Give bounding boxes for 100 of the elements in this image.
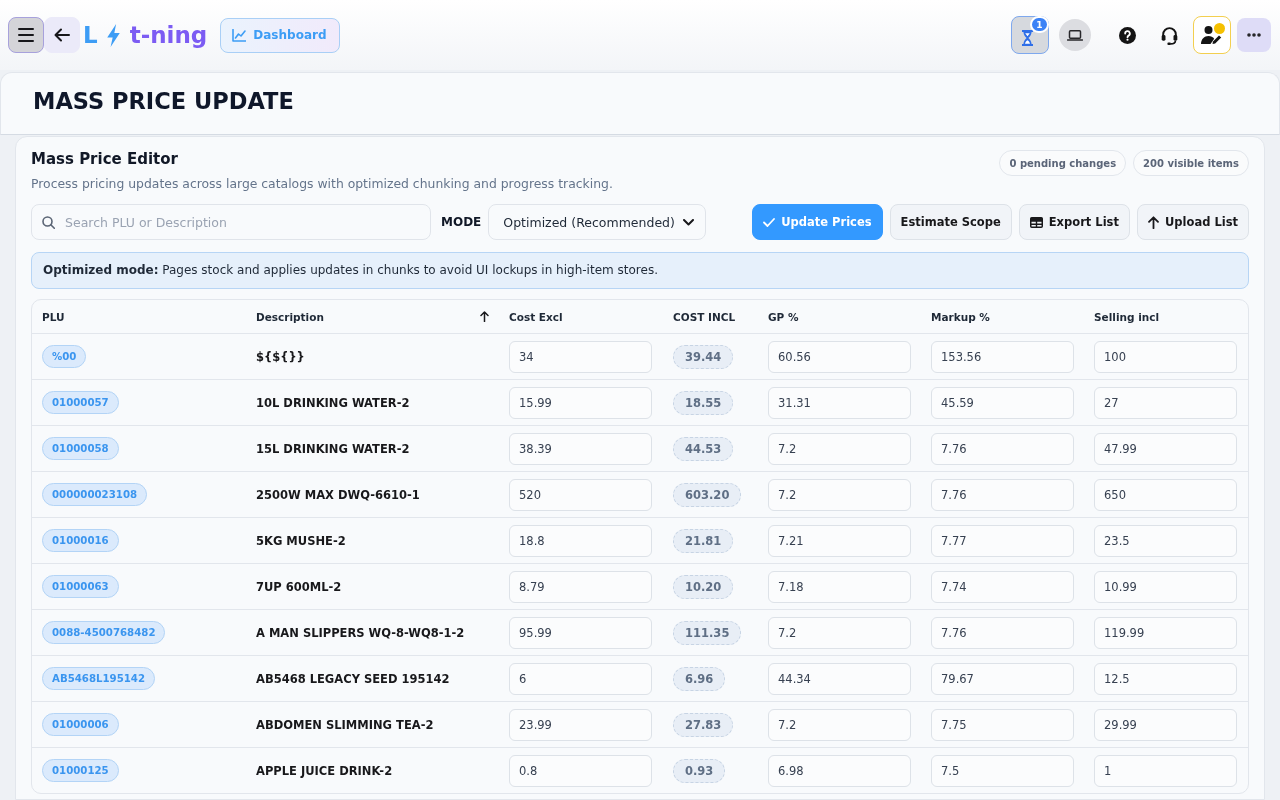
cost-excl-input[interactable]: 18.8 <box>509 524 652 557</box>
product-description: 15L DRINKING WATER-2 <box>256 441 410 456</box>
selling-price-input[interactable]: 27 <box>1094 386 1237 419</box>
selling-price-input[interactable]: 10.99 <box>1094 570 1237 603</box>
device-button[interactable] <box>1059 19 1091 51</box>
gp-percent-input[interactable]: 7.21 <box>768 524 911 557</box>
column-header: Selling incl <box>1094 310 1160 323</box>
selling-price-input[interactable]: 119.99 <box>1094 616 1237 649</box>
markup-percent-input[interactable]: 7.76 <box>931 616 1074 649</box>
user-edit-icon <box>1201 25 1223 45</box>
user-button[interactable] <box>1193 16 1231 54</box>
cost-excl-input[interactable]: 8.79 <box>509 570 652 603</box>
plu-code: AB5468L195142 <box>42 667 156 690</box>
plu-code: 01000006 <box>42 713 119 736</box>
markup-percent-input[interactable]: 7.76 <box>931 432 1074 465</box>
search-field[interactable]: Search PLU or Description <box>31 204 431 240</box>
selling-price-input[interactable]: 12.5 <box>1094 662 1237 695</box>
product-description: 2500W MAX DWQ-6610-1 <box>256 487 420 502</box>
editor-subtitle: Process pricing updates across large catalogs with optimized chunking and progress tracking. <box>31 175 613 193</box>
chevron-down-icon <box>683 218 695 226</box>
help-icon[interactable] <box>1119 26 1136 44</box>
cost-excl-input[interactable]: 0.8 <box>509 754 652 787</box>
search-icon <box>42 216 55 229</box>
gp-percent-input[interactable]: 7.2 <box>768 432 911 465</box>
cost-incl-value: 6.96 <box>673 666 726 691</box>
cost-incl-value: 39.44 <box>673 344 734 369</box>
selling-price-input[interactable]: 23.5 <box>1094 524 1237 557</box>
markup-percent-input[interactable]: 79.67 <box>931 662 1074 695</box>
gp-percent-input[interactable]: 60.56 <box>768 340 911 373</box>
pending-jobs-button[interactable]: 1 <box>1011 16 1049 54</box>
markup-percent-input[interactable]: 7.75 <box>931 708 1074 741</box>
cost-excl-input[interactable]: 15.99 <box>509 386 652 419</box>
plu-code: 01000063 <box>42 575 119 598</box>
gp-percent-input[interactable]: 44.34 <box>768 662 911 695</box>
plu-code: 01000125 <box>42 759 119 782</box>
gp-percent-input[interactable]: 7.2 <box>768 616 911 649</box>
gp-percent-input[interactable]: 7.18 <box>768 570 911 603</box>
cost-incl-value: 21.81 <box>673 528 734 553</box>
cost-incl-value: 27.83 <box>673 712 734 737</box>
lightning-icon <box>106 23 120 47</box>
gp-percent-input[interactable]: 31.31 <box>768 386 911 419</box>
selling-price-input[interactable]: 1 <box>1094 754 1237 787</box>
menu-button[interactable] <box>8 17 44 53</box>
line-chart-icon <box>232 28 247 42</box>
gp-percent-input[interactable]: 7.2 <box>768 478 911 511</box>
summary-count: 0 pending changes <box>999 150 1127 176</box>
notification-badge: 1 <box>1030 16 1049 33</box>
plu-code: 0088-4500768482 <box>42 621 166 644</box>
laptop-icon <box>1067 29 1083 41</box>
back-arrow-icon <box>54 28 70 42</box>
product-description: 5KG MUSHE-2 <box>256 533 346 548</box>
selling-price-input[interactable]: 650 <box>1094 478 1237 511</box>
product-description: APPLE JUICE DRINK-2 <box>256 763 393 778</box>
logo-text: L <box>83 21 98 50</box>
headset-icon[interactable] <box>1160 25 1179 45</box>
plu-code: 000000023108 <box>42 483 148 506</box>
cost-excl-input[interactable]: 6 <box>509 662 652 695</box>
column-header: GP % <box>768 310 799 323</box>
cost-excl-input[interactable]: 520 <box>509 478 652 511</box>
cost-incl-value: 18.55 <box>673 390 734 415</box>
markup-percent-input[interactable]: 45.59 <box>931 386 1074 419</box>
plu-code: 01000016 <box>42 529 119 552</box>
cost-incl-value: 10.20 <box>673 574 734 599</box>
plu-code: 01000058 <box>42 437 119 460</box>
product-description: AB5468 LEGACY SEED 195142 <box>256 671 450 686</box>
gp-percent-input[interactable]: 6.98 <box>768 754 911 787</box>
product-description: 10L DRINKING WATER-2 <box>256 395 410 410</box>
cost-excl-input[interactable]: 34 <box>509 340 652 373</box>
markup-percent-input[interactable]: 7.76 <box>931 478 1074 511</box>
column-header: Markup % <box>931 310 990 323</box>
cost-incl-value: 0.93 <box>673 758 726 783</box>
column-header: PLU <box>42 310 65 323</box>
hourglass-icon <box>1022 29 1033 46</box>
cost-excl-input[interactable]: 38.39 <box>509 432 652 465</box>
more-button[interactable] <box>1237 18 1271 52</box>
selling-price-input[interactable]: 100 <box>1094 340 1237 373</box>
markup-percent-input[interactable]: 7.77 <box>931 524 1074 557</box>
mode-label: MODE <box>441 215 482 229</box>
action-button[interactable]: Estimate Scope <box>889 204 1012 240</box>
action-button[interactable]: Upload List <box>1136 204 1249 240</box>
back-button[interactable] <box>44 17 80 53</box>
sort-arrow-icon[interactable] <box>480 311 489 322</box>
product-description: ${${}} <box>256 349 305 364</box>
product-description: 7UP 600ML-2 <box>256 579 342 594</box>
mode-select[interactable]: Optimized (Recommended) <box>488 204 707 240</box>
selling-price-input[interactable]: 47.99 <box>1094 432 1237 465</box>
plu-code: %00 <box>42 345 87 368</box>
more-icon <box>1247 33 1261 37</box>
cost-excl-input[interactable]: 95.99 <box>509 616 652 649</box>
editor-title: Mass Price Editor <box>31 149 179 169</box>
cost-excl-input[interactable]: 23.99 <box>509 708 652 741</box>
selling-price-input[interactable]: 29.99 <box>1094 708 1237 741</box>
mode-notice: Optimized mode: Pages stock and applies updates in chunks to avoid UI lockups in high-item stores. <box>31 252 1249 289</box>
cost-incl-value: 603.20 <box>673 482 742 507</box>
markup-percent-input[interactable]: 7.5 <box>931 754 1074 787</box>
markup-percent-input[interactable]: 153.56 <box>931 340 1074 373</box>
page-title: MASS PRICE UPDATE <box>33 86 294 115</box>
gp-percent-input[interactable]: 7.2 <box>768 708 911 741</box>
markup-percent-input[interactable]: 7.74 <box>931 570 1074 603</box>
action-button[interactable]: Export List <box>1018 204 1130 240</box>
